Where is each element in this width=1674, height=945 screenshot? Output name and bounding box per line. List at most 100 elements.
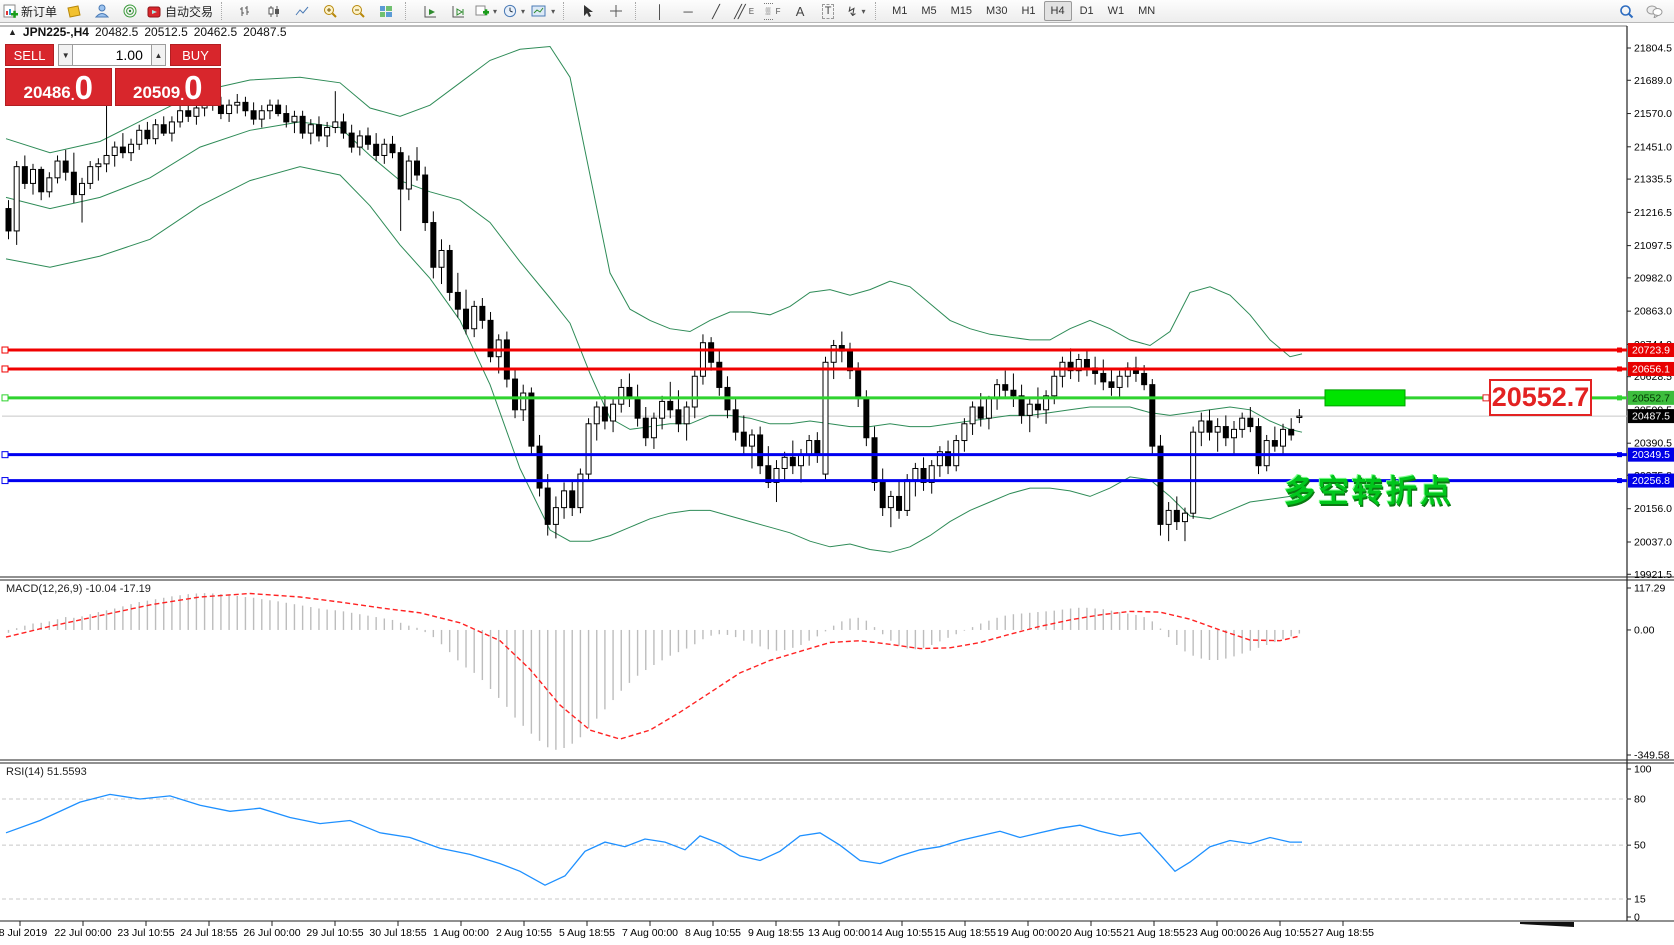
tile-windows-icon — [379, 5, 393, 18]
expert-advisor-icon — [95, 4, 109, 18]
sell-price-pip: 0 — [75, 73, 93, 103]
svg-text:23 Aug 00:00: 23 Aug 00:00 — [1186, 927, 1248, 939]
buy-button[interactable]: BUY — [170, 44, 221, 66]
buy-price-box[interactable]: 20509.0 — [115, 68, 222, 106]
volume-decrease-button[interactable]: ▼ — [58, 44, 73, 66]
publish-button[interactable] — [60, 1, 88, 21]
svg-text:24 Jul 18:55: 24 Jul 18:55 — [180, 927, 237, 939]
svg-text:22 Jul 00:00: 22 Jul 00:00 — [54, 927, 111, 939]
dropdown-caret-icon: ▾ — [551, 7, 555, 16]
signals-button[interactable] — [116, 1, 144, 21]
equidistant-channel-icon: ╱╱ — [734, 5, 742, 18]
fibonacci-icon: ▒ — [764, 3, 773, 20]
chart-symbol: JPN225-,H4 — [23, 25, 89, 39]
svg-text:20982.0: 20982.0 — [1634, 272, 1672, 284]
svg-text:20656.1: 20656.1 — [1632, 363, 1670, 375]
arrows-tool-button[interactable]: ↯▾ — [842, 1, 870, 21]
svg-text:21689.0: 21689.0 — [1634, 75, 1672, 87]
new-order-icon — [3, 4, 18, 19]
chat-button[interactable] — [1640, 1, 1668, 21]
trading-terminal: 新订单 自动交易 — [0, 0, 1674, 945]
chart-play-forward-button[interactable] — [416, 1, 444, 21]
svg-text:21804.5: 21804.5 — [1634, 43, 1672, 55]
timeframe-button-W1[interactable]: W1 — [1102, 2, 1131, 20]
svg-text:30 Jul 18:55: 30 Jul 18:55 — [369, 927, 426, 939]
autotrading-toggle[interactable]: 自动交易 — [144, 1, 216, 21]
volume-increase-button[interactable]: ▲ — [151, 44, 166, 66]
new-order-button[interactable]: 新订单 — [0, 1, 60, 21]
volume-input[interactable]: 1.00 — [73, 44, 151, 66]
svg-text:15 Aug 18:55: 15 Aug 18:55 — [934, 927, 996, 939]
fibonacci-tool-button[interactable]: ▒F — [758, 1, 786, 21]
sell-price-box[interactable]: 20486.0 — [5, 68, 112, 106]
template-button[interactable]: ▾ — [528, 1, 558, 21]
text-tool-icon: A — [796, 5, 805, 18]
svg-text:26 Aug 10:55: 26 Aug 10:55 — [1249, 927, 1311, 939]
dropdown-caret-icon: ▾ — [521, 7, 525, 16]
chart-forward-icon — [423, 5, 438, 18]
timeframe-button-M15[interactable]: M15 — [945, 2, 978, 20]
svg-text:20156.0: 20156.0 — [1634, 503, 1672, 515]
timeframe-button-H1[interactable]: H1 — [1015, 2, 1041, 20]
search-icon — [1619, 4, 1634, 19]
bar-chart-mode-button[interactable] — [232, 1, 260, 21]
toolbar-separator — [875, 2, 883, 20]
sticker-icon — [67, 5, 82, 18]
horizontal-line-icon: ─ — [683, 5, 692, 18]
period-selector-button[interactable]: ▾ — [500, 1, 528, 21]
timeframe-button-MN[interactable]: MN — [1132, 2, 1161, 20]
ohlc-high: 20512.5 — [144, 25, 187, 39]
svg-text:13 Aug 00:00: 13 Aug 00:00 — [808, 927, 870, 939]
price-callout-label[interactable]: 20552.7 — [1489, 379, 1592, 416]
symbol-collapse-icon[interactable]: ▲ — [8, 27, 17, 37]
cursor-icon — [582, 4, 594, 18]
line-chart-mode-button[interactable] — [288, 1, 316, 21]
svg-text:9 Aug 18:55: 9 Aug 18:55 — [748, 927, 804, 939]
svg-text:20723.9: 20723.9 — [1632, 345, 1670, 357]
candle-chart-mode-button[interactable] — [260, 1, 288, 21]
svg-text:20037.0: 20037.0 — [1634, 537, 1672, 549]
svg-text:21 Aug 18:55: 21 Aug 18:55 — [1123, 927, 1185, 939]
bar-chart-icon — [239, 5, 253, 18]
chart-step-button[interactable] — [444, 1, 472, 21]
add-indicator-button[interactable]: ▾ — [472, 1, 500, 21]
add-indicator-icon — [475, 5, 489, 18]
rsi-label: RSI(14) 51.5593 — [6, 766, 87, 778]
new-order-label: 新订单 — [21, 3, 57, 20]
search-button[interactable] — [1612, 1, 1640, 21]
label-tool-button[interactable]: T — [814, 1, 842, 21]
crosshair-tool-button[interactable] — [602, 1, 630, 21]
svg-text:0.00: 0.00 — [1634, 624, 1655, 636]
vertical-line-tool-button[interactable]: │ — [646, 1, 674, 21]
timeframe-button-M1[interactable]: M1 — [886, 2, 913, 20]
dropdown-caret-icon: ▾ — [862, 7, 866, 16]
sell-button[interactable]: SELL — [5, 44, 54, 66]
svg-text:2 Aug 10:55: 2 Aug 10:55 — [496, 927, 552, 939]
timeframe-button-H4[interactable]: H4 — [1044, 1, 1072, 21]
svg-text:20552.7: 20552.7 — [1632, 392, 1670, 404]
toolbar-separator — [405, 2, 413, 20]
timeframe-button-D1[interactable]: D1 — [1074, 2, 1100, 20]
autotrading-icon — [147, 4, 162, 18]
zoom-out-button[interactable] — [344, 1, 372, 21]
turning-point-annotation[interactable]: 多空转折点 — [1284, 466, 1454, 511]
timeframe-button-M5[interactable]: M5 — [915, 2, 942, 20]
fibonacci-tag: F — [776, 7, 781, 16]
svg-text:20487.5: 20487.5 — [1632, 411, 1670, 423]
svg-text:21097.5: 21097.5 — [1634, 240, 1672, 252]
svg-text:7 Aug 00:00: 7 Aug 00:00 — [622, 927, 678, 939]
svg-text:14 Aug 10:55: 14 Aug 10:55 — [871, 927, 933, 939]
channel-tool-button[interactable]: ╱╱E — [730, 1, 758, 21]
svg-text:1 Aug 00:00: 1 Aug 00:00 — [433, 927, 489, 939]
timeframe-button-M30[interactable]: M30 — [980, 2, 1013, 20]
candlestick-chart-icon — [267, 5, 281, 18]
trendline-tool-button[interactable]: ╱ — [702, 1, 730, 21]
zoom-in-button[interactable] — [316, 1, 344, 21]
expert-advisors-button[interactable] — [88, 1, 116, 21]
cursor-tool-button[interactable] — [574, 1, 602, 21]
toolbar-separator — [221, 2, 229, 20]
horizontal-line-tool-button[interactable]: ─ — [674, 1, 702, 21]
svg-text:21335.5: 21335.5 — [1634, 174, 1672, 186]
tile-windows-button[interactable] — [372, 1, 400, 21]
text-tool-button[interactable]: A — [786, 1, 814, 21]
